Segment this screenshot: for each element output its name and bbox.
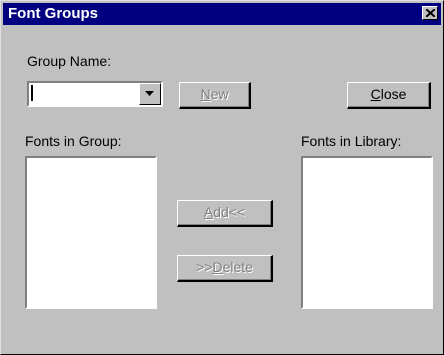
chevron-down-icon — [145, 91, 154, 96]
close-button-label: lose — [380, 86, 407, 102]
text-cursor — [31, 85, 33, 101]
close-button[interactable]: Close — [347, 82, 431, 109]
new-button-label: ew — [210, 86, 229, 102]
new-button[interactable]: New — [179, 82, 251, 109]
delete-button-mnemonic: D — [212, 259, 223, 275]
fonts-in-library-label: Fonts in Library: — [301, 133, 402, 149]
close-button-mnemonic: C — [370, 86, 381, 102]
delete-button[interactable]: >>Delete — [177, 255, 273, 282]
add-button[interactable]: Add<< — [177, 200, 273, 227]
fonts-in-group-label: Fonts in Group: — [25, 133, 122, 149]
group-name-combobox[interactable] — [27, 81, 163, 107]
new-button-mnemonic: N — [200, 86, 211, 102]
fonts-in-group-list[interactable] — [25, 156, 157, 309]
font-groups-dialog: Font Groups Group Name: New Close Fonts … — [0, 0, 444, 355]
fonts-in-library-list[interactable] — [301, 156, 433, 309]
dropdown-button[interactable] — [139, 83, 161, 105]
delete-button-label: elete — [222, 259, 253, 275]
group-name-label: Group Name: — [27, 53, 112, 69]
title-bar[interactable]: Font Groups — [3, 3, 441, 25]
add-button-label: dd<< — [213, 204, 246, 220]
close-icon[interactable] — [422, 6, 438, 20]
delete-button-prefix: >> — [196, 259, 213, 275]
window-title: Font Groups — [8, 5, 98, 22]
add-button-mnemonic: A — [203, 204, 214, 220]
